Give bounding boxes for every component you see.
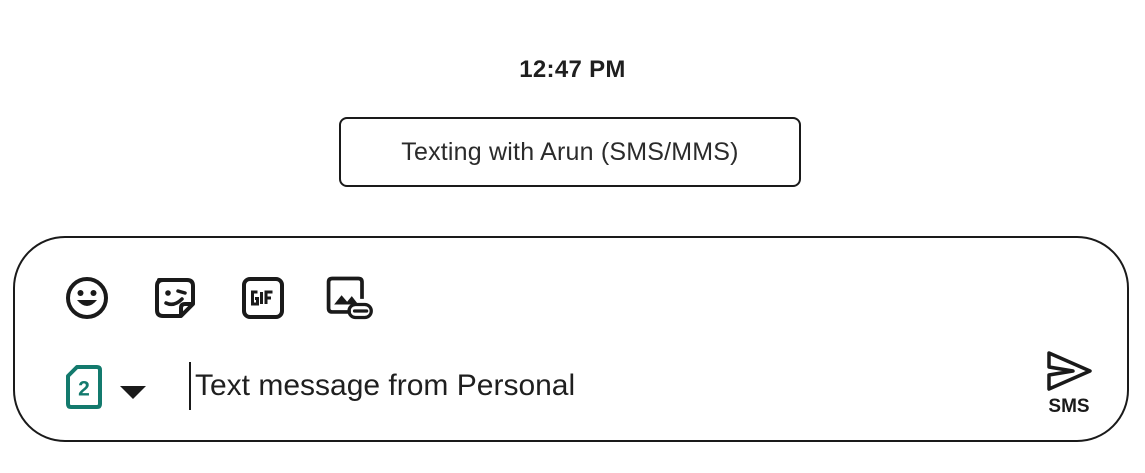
message-timestamp: 12:47 PM (519, 56, 626, 83)
message-composer: 2 SMS (13, 236, 1129, 442)
conversation-info-text: Texting with Arun (SMS/MMS) (401, 137, 739, 166)
emoji-button[interactable] (61, 273, 113, 323)
sticker-icon (155, 278, 195, 318)
sticker-button[interactable] (149, 273, 201, 323)
gif-icon (242, 277, 284, 319)
message-input[interactable] (189, 362, 995, 410)
sim-selector[interactable]: 2 (65, 362, 147, 412)
send-icon (1047, 351, 1092, 391)
send-type-label: SMS (1048, 396, 1090, 417)
send-sms-button[interactable]: SMS (1039, 350, 1099, 422)
image-attach-icon (326, 276, 373, 320)
sim-number: 2 (78, 378, 90, 401)
gif-button[interactable] (237, 273, 289, 323)
conversation-info-chip: Texting with Arun (SMS/MMS) (339, 117, 801, 187)
emoji-icon (66, 277, 108, 319)
caret-down-icon (120, 386, 146, 399)
sim-card-icon: 2 (66, 365, 102, 409)
attach-media-button[interactable] (323, 273, 375, 323)
